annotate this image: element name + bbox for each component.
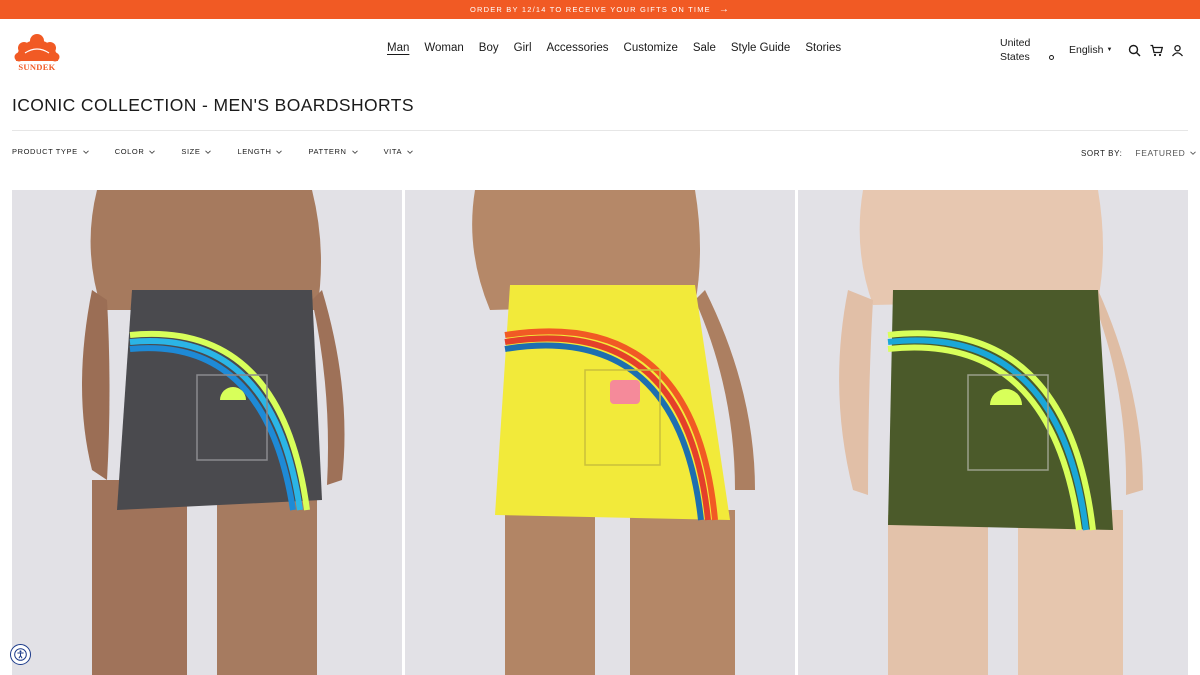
sort-label: SORT BY: <box>1081 148 1123 158</box>
filter-label: LENGTH <box>237 147 272 156</box>
chevron-down-icon <box>1190 151 1197 155</box>
country-selector[interactable]: United States <box>1000 37 1030 64</box>
sundek-logo-icon <box>14 34 60 62</box>
nav-item-sale[interactable]: Sale <box>693 42 716 54</box>
product-card[interactable] <box>798 190 1188 675</box>
promo-bar[interactable]: ORDER BY 12/14 TO RECEIVE YOUR GIFTS ON … <box>0 0 1200 19</box>
accessibility-icon <box>14 648 27 661</box>
filter-label: SIZE <box>181 147 201 156</box>
nav-item-man[interactable]: Man <box>387 42 409 54</box>
page-title: ICONIC COLLECTION - MEN'S BOARDSHORTS <box>12 95 414 115</box>
accessibility-button[interactable] <box>10 644 31 665</box>
chevron-down-icon <box>149 149 156 154</box>
chevron-down-icon <box>276 149 283 154</box>
country-label-line2: States <box>1000 50 1030 63</box>
filter-label: PRODUCT TYPE <box>12 147 78 156</box>
cart-icon[interactable] <box>1150 44 1163 57</box>
site-header: SUNDEK Man Woman Boy Girl Accessories Cu… <box>0 19 1200 83</box>
main-nav: Man Woman Boy Girl Accessories Customize… <box>387 42 841 54</box>
promo-text[interactable]: ORDER BY 12/14 TO RECEIVE YOUR GIFTS ON … <box>470 5 711 14</box>
product-card[interactable] <box>405 190 795 675</box>
filter-vita[interactable]: VITA <box>384 147 414 156</box>
product-image[interactable] <box>12 190 402 675</box>
product-image[interactable] <box>798 190 1188 675</box>
filter-color[interactable]: COLOR <box>115 147 156 156</box>
arrow-right-icon: → <box>718 3 731 15</box>
filter-length[interactable]: LENGTH <box>237 147 283 156</box>
chevron-down-icon <box>82 149 89 154</box>
product-image[interactable] <box>405 190 795 675</box>
nav-item-boy[interactable]: Boy <box>479 42 499 54</box>
sort-value: FEATURED <box>1135 148 1186 158</box>
filter-size[interactable]: SIZE <box>181 147 212 156</box>
account-icon[interactable] <box>1171 44 1184 57</box>
filter-label: COLOR <box>114 147 145 156</box>
chevron-down-icon <box>407 149 413 154</box>
language-label: English <box>1069 44 1104 56</box>
sort-dropdown[interactable]: FEATURED <box>1135 148 1197 158</box>
nav-item-woman[interactable]: Woman <box>424 42 463 54</box>
nav-item-customize[interactable]: Customize <box>624 42 678 54</box>
country-label-line1: United <box>1000 37 1031 49</box>
filter-bar: PRODUCT TYPE COLOR SIZE LENGTH PATTERN V… <box>12 147 439 156</box>
sort-control: SORT BY: FEATURED <box>1081 148 1197 158</box>
filter-pattern[interactable]: PATTERN <box>308 147 358 156</box>
search-icon[interactable] <box>1128 44 1141 57</box>
filter-product-type[interactable]: PRODUCT TYPE <box>12 147 89 156</box>
filter-label: PATTERN <box>308 147 347 156</box>
nav-item-accessories[interactable]: Accessories <box>547 42 609 54</box>
nav-item-stories[interactable]: Stories <box>805 42 841 54</box>
nav-item-style-guide[interactable]: Style Guide <box>731 42 790 54</box>
location-dot-icon <box>1049 55 1054 60</box>
product-card[interactable] <box>12 190 402 675</box>
brand-logo[interactable]: SUNDEK <box>12 31 62 73</box>
divider <box>12 130 1188 131</box>
brand-name: SUNDEK <box>18 62 56 72</box>
language-selector[interactable]: English ▼ <box>1069 44 1112 56</box>
chevron-down-icon <box>205 149 212 154</box>
chevron-down-icon <box>351 149 358 154</box>
product-grid <box>12 190 1188 675</box>
nav-item-girl[interactable]: Girl <box>514 42 532 54</box>
filter-label: VITA <box>383 147 403 156</box>
caret-down-icon: ▼ <box>1106 47 1113 53</box>
